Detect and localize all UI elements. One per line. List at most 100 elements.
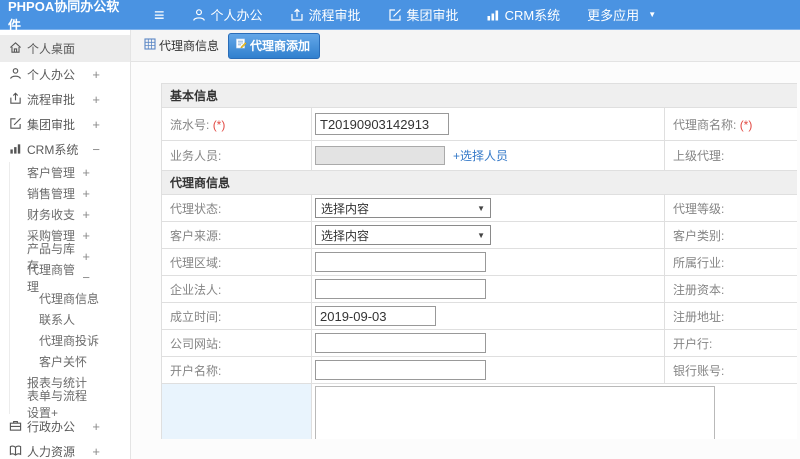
legal-person-input[interactable]	[315, 279, 486, 299]
topnav-workflow-approval[interactable]: 流程审批	[290, 5, 361, 24]
required-mark: (*)	[739, 117, 753, 132]
sidebar-item-customer-care[interactable]: 客户关怀	[9, 351, 130, 372]
form-row-serial: 流水号: (*) 代理商名称: (*)	[161, 107, 797, 141]
sidebar-item-agent-complaints[interactable]: 代理商投诉	[9, 330, 130, 351]
company-website-input[interactable]	[315, 333, 486, 353]
account-name-label: 开户名称:	[161, 356, 312, 384]
expand-icon[interactable]: +	[82, 249, 90, 264]
company-website-label: 公司网站:	[161, 329, 312, 357]
select-caret-icon: ▼	[477, 230, 485, 240]
form-row-description: 详细描述:	[161, 383, 797, 439]
form-row-account-name: 开户名称: 银行账号:	[161, 356, 797, 384]
sidebar-item-contacts[interactable]: 联系人	[9, 309, 130, 330]
form-row-agent-status: 代理状态: 选择内容 ▼ 代理等级:	[161, 194, 797, 222]
registered-capital-label: 注册资本:	[664, 275, 797, 303]
user-icon	[9, 67, 22, 83]
sidebar-item-administration[interactable]: 行政办公 +	[0, 414, 130, 439]
sidebar-item-finance[interactable]: 财务收支 +	[9, 204, 130, 225]
section-header-agent-info: 代理商信息	[161, 170, 797, 195]
topnav-group-approval[interactable]: 集团审批	[388, 5, 459, 24]
serial-number-input[interactable]	[315, 113, 449, 135]
expand-icon[interactable]: +	[82, 165, 90, 180]
add-form-icon	[236, 38, 247, 52]
form-row-staff: 业务人员: +选择人员 上级代理:	[161, 140, 797, 171]
tab-agent-info[interactable]: 代理商信息	[144, 37, 219, 54]
expand-icon[interactable]: +	[82, 186, 90, 201]
agent-status-select[interactable]: 选择内容 ▼	[315, 198, 491, 218]
form-row-agent-region: 代理区域: 所属行业:	[161, 248, 797, 276]
briefcase-icon	[9, 419, 22, 435]
main-area: 代理商信息 代理商添加 基本信息 流水号: (*) 代理商名称: (*)	[131, 30, 800, 459]
form-row-website: 公司网站: 开户行:	[161, 329, 797, 357]
chart-icon	[9, 142, 22, 158]
form-row-legal-person: 企业法人: 注册资本:	[161, 275, 797, 303]
agent-region-input[interactable]	[315, 252, 486, 272]
sidebar-item-sales-management[interactable]: 销售管理 +	[9, 183, 130, 204]
section-header-basic-info: 基本信息	[161, 83, 797, 108]
app-logo: PHPOA协同办公软件	[8, 0, 120, 33]
expand-icon[interactable]: +	[92, 92, 100, 107]
sidebar-item-form-workflow-settings[interactable]: 表单与流程设置+	[9, 389, 130, 420]
customer-source-select[interactable]: 选择内容 ▼	[315, 225, 491, 245]
topnav-more-apps[interactable]: 更多应用 ▼	[587, 5, 656, 24]
sidebar-item-customer-management[interactable]: 客户管理 +	[9, 162, 130, 183]
customer-source-label: 客户来源:	[161, 221, 312, 249]
form-row-established-date: 成立时间: 注册地址:	[161, 302, 797, 330]
topnav-crm-system[interactable]: CRM系统	[486, 5, 560, 24]
sidebar-item-crm-system[interactable]: CRM系统 −	[0, 137, 130, 162]
registered-address-label: 注册地址:	[664, 302, 797, 330]
grid-icon	[144, 38, 156, 53]
agent-level-label: 代理等级:	[664, 194, 797, 222]
pick-staff-link[interactable]: +选择人员	[453, 149, 508, 163]
description-textarea[interactable]	[315, 386, 715, 439]
staff-input	[315, 146, 445, 165]
agent-name-label: 代理商名称: (*)	[664, 107, 797, 141]
required-mark: (*)	[212, 117, 226, 132]
top-bar: PHPOA协同办公软件 ≡ 个人办公 流程审批 集团审批 CRM系统 更多应用 …	[0, 0, 800, 33]
sidebar-item-personal-desktop[interactable]: 个人桌面	[0, 35, 130, 62]
customer-category-label: 客户类别:	[664, 221, 797, 249]
account-name-input[interactable]	[315, 360, 486, 380]
collapse-icon[interactable]: −	[82, 270, 90, 285]
expand-icon[interactable]: +	[82, 228, 90, 243]
agent-add-form: 基本信息 流水号: (*) 代理商名称: (*) 业务人员: +选择人员	[161, 83, 797, 439]
bank-branch-label: 开户行:	[664, 329, 797, 357]
sidebar-item-workflow-approval[interactable]: 流程审批 +	[0, 87, 130, 112]
agent-region-label: 代理区域:	[161, 248, 312, 276]
sidebar-item-personal-office[interactable]: 个人办公 +	[0, 62, 130, 87]
established-date-input[interactable]	[315, 306, 436, 326]
edit-icon	[9, 117, 22, 133]
edit-icon	[388, 8, 402, 22]
established-date-label: 成立时间:	[161, 302, 312, 330]
book-icon	[9, 444, 22, 459]
expand-icon[interactable]: +	[92, 419, 100, 434]
caret-down-icon: ▼	[648, 10, 657, 19]
parent-agent-label: 上级代理:	[664, 140, 797, 171]
agent-status-label: 代理状态:	[161, 194, 312, 222]
legal-person-label: 企业法人:	[161, 275, 312, 303]
serial-label: 流水号: (*)	[161, 107, 312, 141]
hamburger-menu-icon[interactable]: ≡	[154, 6, 165, 24]
bank-account-label: 银行账号:	[664, 356, 797, 384]
expand-icon[interactable]: +	[92, 117, 100, 132]
expand-icon[interactable]: +	[82, 207, 90, 222]
select-caret-icon: ▼	[477, 203, 485, 213]
sidebar-item-agent-management[interactable]: 代理商管理 −	[9, 263, 130, 294]
home-icon	[9, 41, 22, 57]
tab-agent-add[interactable]: 代理商添加	[228, 32, 321, 59]
staff-label: 业务人员:	[161, 140, 312, 171]
tab-bar: 代理商信息 代理商添加	[131, 30, 800, 62]
form-row-customer-source: 客户来源: 选择内容 ▼ 客户类别:	[161, 221, 797, 249]
chart-icon	[486, 8, 500, 22]
user-icon	[192, 8, 206, 22]
flow-icon	[290, 8, 304, 22]
sidebar-item-human-resources[interactable]: 人力资源 +	[0, 439, 130, 459]
expand-icon[interactable]: +	[92, 444, 100, 459]
industry-label: 所属行业:	[664, 248, 797, 276]
expand-icon[interactable]: +	[92, 67, 100, 82]
sidebar-item-group-approval[interactable]: 集团审批 +	[0, 112, 130, 137]
collapse-icon[interactable]: −	[92, 142, 100, 157]
flow-icon	[9, 92, 22, 108]
sidebar: 个人桌面 个人办公 + 流程审批 + 集团审批 + CRM系统 − 客户管理 +…	[0, 30, 131, 459]
topnav-personal-office[interactable]: 个人办公	[192, 5, 263, 24]
